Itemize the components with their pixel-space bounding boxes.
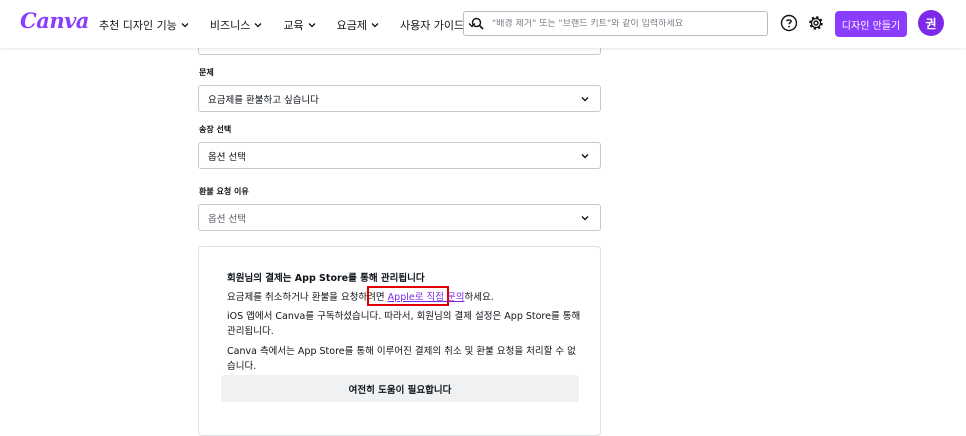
info-line-cannot-process: Canva 측에서는 App Store를 통해 이루어진 결제의 취소 및 환… (227, 346, 576, 372)
chevron-down-icon (308, 23, 316, 28)
chevron-down-icon (581, 96, 589, 101)
info-card-title: 회원님의 결제는 App Store를 통해 관리됩니다 (227, 273, 425, 284)
nav-business[interactable]: 비즈니스 (210, 17, 262, 33)
settings-icon-button[interactable] (807, 14, 825, 32)
invoice-select[interactable]: 옵션 선택 (198, 142, 601, 169)
top-header: Canva 추천 디자인 기능 비즈니스 교육 요금제 사용자 가이드 "배경 … (0, 0, 966, 48)
nav-pricing[interactable]: 요금제 (337, 17, 379, 33)
main-nav: 추천 디자인 기능 비즈니스 교육 요금제 사용자 가이드 (99, 17, 497, 33)
refund-reason-select[interactable]: 옵션 선택 (198, 204, 601, 231)
chevron-down-icon (371, 23, 379, 28)
search-input[interactable] (492, 18, 762, 29)
nav-education[interactable]: 교육 (283, 17, 316, 33)
nav-pricing-label: 요금제 (336, 19, 367, 32)
chevron-down-icon (254, 23, 262, 28)
info-line-contact: 요금제를 취소하거나 환불을 요청하려면 Apple로 직접 문의하세요. (227, 290, 582, 305)
chevron-down-icon (181, 23, 189, 28)
still-need-help-button[interactable]: 여전히 도움이 필요합니다 (221, 375, 579, 402)
info-line-ios: iOS 앱에서 Canva를 구독하셨습니다. 따라서, 회원님의 결제 설정은… (227, 311, 581, 337)
help-icon-button[interactable] (780, 14, 798, 32)
refund-reason-select-value: 옵션 선택 (208, 213, 246, 225)
issue-select-value: 요금제를 환불하고 싶습니다 (208, 94, 319, 106)
refund-reason-label: 환불 요청 이유 (199, 187, 249, 196)
app-store-info-card: 회원님의 결제는 App Store를 통해 관리됩니다 요금제를 취소하거나 … (198, 246, 601, 436)
contact-apple-link[interactable]: Apple로 직접 문의 (388, 292, 465, 303)
invoice-select-value: 옵션 선택 (208, 151, 246, 163)
nav-user-guide-label: 사용자 가이드 (399, 19, 465, 32)
chevron-down-icon (581, 153, 589, 158)
canva-logo[interactable]: Canva (20, 8, 89, 33)
search-box[interactable] (463, 11, 768, 36)
help-icon (780, 14, 798, 32)
invoice-label: 송장 선택 (199, 125, 232, 134)
search-icon (471, 17, 484, 30)
chevron-down-icon (581, 215, 589, 220)
gear-icon (809, 16, 823, 30)
avatar[interactable]: 권 (918, 10, 944, 36)
issue-select[interactable]: 요금제를 환불하고 싶습니다 (198, 85, 601, 112)
create-design-button[interactable]: 디자인 만들기 (835, 11, 907, 37)
nav-featured[interactable]: 추천 디자인 기능 (99, 17, 189, 33)
nav-education-label: 교육 (283, 19, 304, 32)
nav-featured-label: 추천 디자인 기능 (99, 19, 177, 32)
info-line-contact-suffix: 하세요. (464, 292, 494, 303)
issue-label: 문제 (199, 68, 214, 77)
info-line-contact-prefix: 요금제를 취소하거나 환불을 요청하려면 (227, 292, 388, 303)
nav-business-label: 비즈니스 (209, 19, 251, 32)
